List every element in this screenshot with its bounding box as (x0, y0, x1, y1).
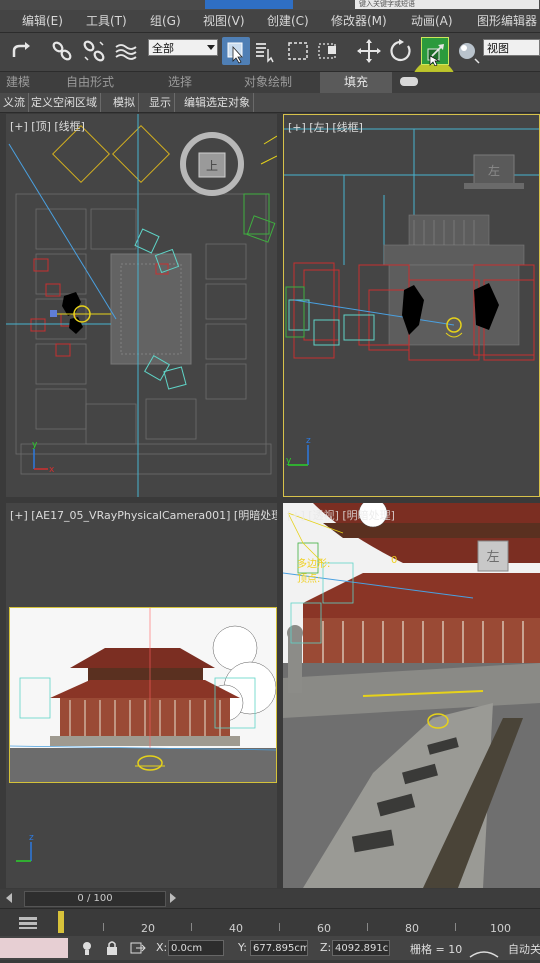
add-time-tag-icon[interactable] (468, 944, 500, 958)
panel-display[interactable]: 显示 (146, 93, 175, 112)
panel-flow[interactable]: 义流 (0, 93, 29, 112)
top-wireframe: 上 y x (6, 114, 277, 497)
redo-icon[interactable] (8, 37, 36, 65)
viewcube-left[interactable]: 左 (488, 163, 500, 178)
isolate-icon[interactable] (80, 940, 94, 956)
camera-render (10, 608, 276, 782)
y-label: Y: (238, 941, 247, 954)
viewport-perspective-label: [+] [透视] [明暗处理] (287, 509, 395, 522)
z-label: Z: (320, 941, 332, 954)
menu-create[interactable]: 创建(C) (267, 10, 309, 32)
svg-text:上: 上 (206, 159, 218, 173)
z-coordinate-field[interactable]: 4092.891c (332, 940, 390, 956)
viewport-top[interactable]: [+] [顶] [线框] 上 y x (6, 114, 277, 497)
viewport-perspective[interactable]: 左 [+] [透视] [明暗处理] 多边形: 顶点: 0 (283, 503, 540, 888)
svg-text:z: z (306, 436, 311, 446)
ribbon-tab-modeling[interactable]: 建模 (6, 72, 30, 93)
menu-animation[interactable]: 动画(A) (411, 10, 453, 32)
prev-frame-icon[interactable] (6, 893, 12, 903)
reference-coord-value: 视图 (487, 42, 509, 55)
selection-filter-dropdown[interactable]: 全部 (148, 39, 218, 56)
sign-plaque: 左 (486, 550, 499, 565)
tick-label: 40 (229, 922, 243, 935)
camera-axis-gizmo: z (16, 833, 34, 862)
camera-safe-frame (9, 607, 277, 783)
x-coordinate-field[interactable]: 0.0cm (168, 940, 224, 956)
window-crossing-icon[interactable] (314, 37, 342, 65)
ribbon-tab-freeform[interactable]: 自由形式 (66, 72, 114, 93)
reference-coord-dropdown[interactable]: 视图 (483, 39, 540, 56)
select-object-icon[interactable] (222, 37, 250, 65)
time-slider[interactable]: 0 / 100 (0, 889, 540, 908)
maxscript-listener[interactable] (0, 938, 68, 958)
tick-label: 80 (405, 922, 419, 935)
status-bar: X: 0.0cm Y: 677.895cm Z: 4092.891c 栅格 = … (0, 936, 540, 960)
placement-icon[interactable] (453, 37, 481, 65)
stats-polygons-label: 多边形: (297, 559, 331, 570)
viewport-camera-label: [+] [AE17_05_VRayPhysicalCamera001] [明暗处… (10, 509, 277, 522)
panel-edit-selected[interactable]: 编辑选定对象 (181, 93, 254, 112)
menu-graph-editors[interactable]: 图形编辑器 (477, 10, 537, 32)
move-icon[interactable] (355, 37, 383, 65)
lock-icon[interactable] (106, 940, 118, 956)
viewport-camera[interactable]: [+] [AE17_05_VRayPhysicalCamera001] [明暗处… (6, 503, 277, 888)
link-icon[interactable] (48, 37, 76, 65)
current-frame-marker[interactable] (58, 911, 64, 933)
bind-spacewarp-icon[interactable] (112, 37, 140, 65)
viewport-top-label: [+] [顶] [线框] (10, 120, 85, 133)
ribbon-tab-populate[interactable]: 填充 (320, 72, 393, 93)
ribbon-tab-object-paint[interactable]: 对象绘制 (244, 72, 292, 93)
next-frame-icon[interactable] (170, 893, 176, 903)
main-toolbar: 全部 视图 (0, 33, 540, 104)
search-input[interactable]: 键入关键字或短语 (355, 0, 539, 9)
menu-bar: 编辑(E) 工具(T) 组(G) 视图(V) 创建(C) 修改器(M) 动画(A… (0, 10, 540, 33)
menu-views[interactable]: 视图(V) (203, 10, 245, 32)
auto-key-label[interactable]: 自动关 (508, 941, 540, 957)
svg-text:y: y (32, 440, 38, 450)
svg-text:y: y (286, 456, 292, 466)
ribbon-panels: 义流 定义空闲区域 模拟 显示 编辑选定对象 (0, 93, 540, 113)
grid-size-readout: 栅格 = 10 (410, 943, 463, 956)
title-tab[interactable] (205, 0, 293, 9)
stats-vertices-label: 顶点: (297, 574, 321, 585)
ribbon-tabs: 建模 自由形式 选择 对象绘制 填充 (0, 72, 540, 94)
panel-define-idle-areas[interactable]: 定义空闲区域 (28, 93, 101, 112)
viewcube-top[interactable]: 上 (180, 132, 244, 196)
ribbon-tab-selection[interactable]: 选择 (168, 72, 192, 93)
time-slider-thumb[interactable]: 0 / 100 (24, 891, 166, 907)
mini-curve-editor-icon[interactable] (18, 915, 38, 929)
rect-selection-icon[interactable] (284, 37, 312, 65)
select-by-name-icon[interactable] (252, 37, 280, 65)
panel-simulate[interactable]: 模拟 (110, 93, 139, 112)
ribbon-toggle-icon[interactable] (400, 77, 418, 86)
menu-tools[interactable]: 工具(T) (86, 10, 127, 32)
tick-label: 20 (141, 922, 155, 935)
title-bar: 键入关键字或短语 (0, 0, 540, 10)
viewport-left-label: [+] [左] [线框] (288, 121, 363, 134)
stats-value: 0 (391, 555, 398, 566)
svg-text:x: x (49, 465, 55, 475)
menu-group[interactable]: 组(G) (150, 10, 181, 32)
menu-edit[interactable]: 编辑(E) (22, 10, 63, 32)
tick-label: 60 (317, 922, 331, 935)
tick-label: 100 (490, 922, 511, 935)
absolute-mode-icon[interactable] (130, 940, 146, 956)
unlink-icon[interactable] (80, 37, 108, 65)
scale-icon[interactable] (421, 37, 449, 67)
viewport-left[interactable]: [+] [左] [线框] 左 z y (283, 114, 540, 497)
y-coordinate-field[interactable]: 677.895cm (250, 940, 308, 956)
x-label: X: (156, 941, 168, 954)
selection-filter-value: 全部 (152, 42, 174, 55)
left-wireframe: 左 z y (284, 128, 539, 466)
rotate-icon[interactable] (387, 37, 415, 65)
menu-modifiers[interactable]: 修改器(M) (331, 10, 387, 32)
track-bar[interactable]: 20 40 60 80 100 (0, 908, 540, 937)
svg-text:z: z (29, 833, 34, 843)
